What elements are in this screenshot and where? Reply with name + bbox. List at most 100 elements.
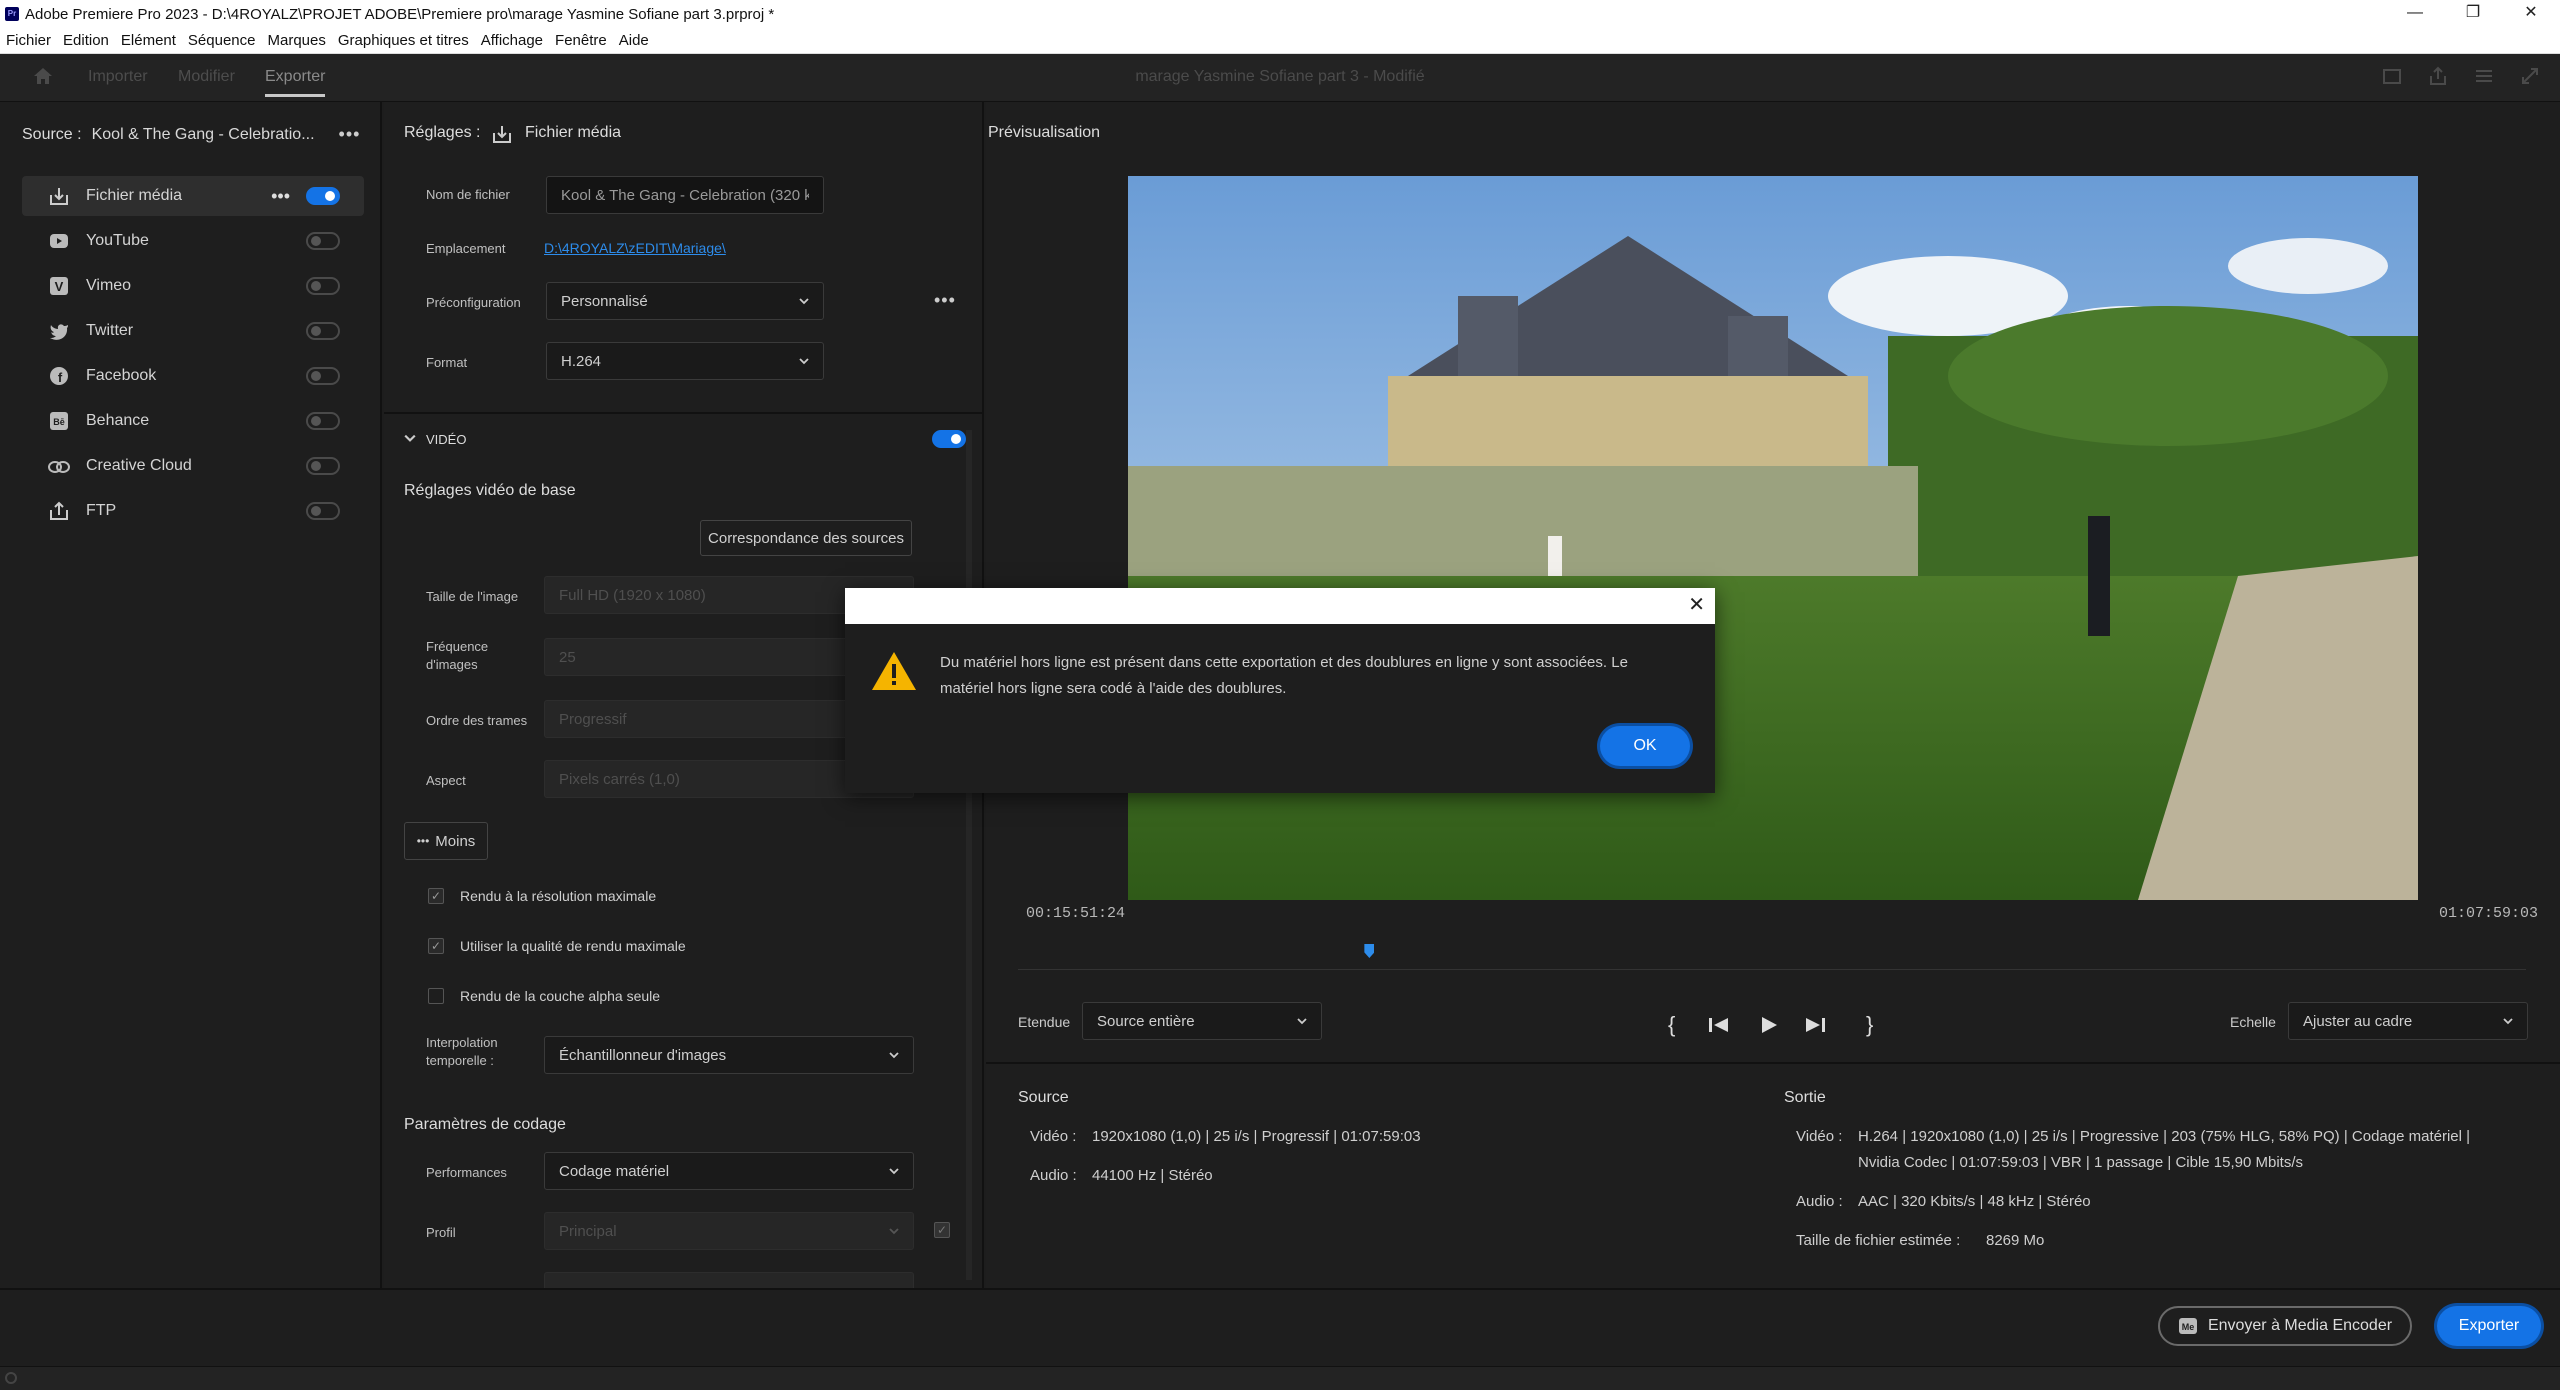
max-render-checkbox[interactable]: ✓ bbox=[428, 888, 444, 904]
destination-label: Creative Cloud bbox=[86, 457, 192, 474]
destination-toggle[interactable] bbox=[306, 502, 340, 520]
window-titlebar: Pr Adobe Premiere Pro 2023 - D:\4ROYALZ\… bbox=[0, 0, 2560, 28]
filename-input[interactable]: Kool & The Gang - Celebration (320 kbps)… bbox=[546, 176, 824, 214]
video-section-header[interactable]: VIDÉO bbox=[426, 432, 466, 447]
destination-toggle[interactable] bbox=[306, 457, 340, 475]
close-icon[interactable]: ✕ bbox=[2502, 0, 2560, 28]
performance-value: Codage matériel bbox=[559, 1162, 670, 1180]
source-audio-label: Audio : bbox=[1030, 1167, 1077, 1184]
menu-affichage[interactable]: Affichage bbox=[481, 32, 543, 49]
range-dropdown[interactable]: Source entière bbox=[1082, 1002, 1322, 1040]
close-icon[interactable]: ✕ bbox=[1688, 593, 1705, 617]
destination-toggle[interactable] bbox=[306, 232, 340, 250]
media-file-icon bbox=[48, 185, 70, 207]
project-title: marage Yasmine Sofiane part 3 - Modifié bbox=[1135, 68, 1425, 85]
source-more-button[interactable]: ••• bbox=[339, 124, 361, 145]
chevron-down-icon[interactable] bbox=[404, 432, 416, 444]
location-link[interactable]: D:\4ROYALZ\zEDIT\Mariage\ bbox=[544, 240, 726, 256]
menu-marques[interactable]: Marques bbox=[267, 32, 325, 49]
play-icon[interactable] bbox=[1760, 1016, 1778, 1034]
preset-more-button[interactable]: ••• bbox=[934, 290, 956, 311]
range-label: Etendue bbox=[1018, 1014, 1071, 1030]
destination-label: Vimeo bbox=[86, 277, 132, 294]
fullscreen-icon[interactable] bbox=[2520, 66, 2540, 86]
menu-aide[interactable]: Aide bbox=[619, 32, 649, 49]
max-quality-label: Utiliser la qualité de rendu maximale bbox=[460, 938, 686, 954]
menu-graphiques[interactable]: Graphiques et titres bbox=[338, 32, 469, 49]
settings-scrollbar[interactable] bbox=[966, 430, 972, 1280]
destination-vimeo[interactable]: V Vimeo bbox=[22, 266, 364, 306]
media-encoder-icon: Me bbox=[2178, 1318, 2197, 1334]
dialog-message: Du matériel hors ligne est présent dans … bbox=[940, 654, 1628, 697]
performance-dropdown[interactable]: Codage matériel bbox=[544, 1152, 914, 1190]
basic-video-heading: Réglages vidéo de base bbox=[404, 482, 576, 499]
scale-label: Echelle bbox=[2230, 1014, 2276, 1030]
scale-dropdown[interactable]: Ajuster au cadre bbox=[2288, 1002, 2528, 1040]
mark-in-icon[interactable]: { bbox=[1668, 1012, 1675, 1038]
destination-label: YouTube bbox=[86, 232, 149, 249]
source-label: Source : bbox=[22, 125, 82, 143]
premiere-logo-icon: Pr bbox=[5, 7, 19, 21]
menu-fichier[interactable]: Fichier bbox=[6, 32, 51, 49]
send-to-media-encoder-button[interactable]: Me Envoyer à Media Encoder bbox=[2158, 1306, 2412, 1346]
destination-twitter[interactable]: Twitter bbox=[22, 311, 364, 351]
step-forward-icon[interactable] bbox=[1804, 1016, 1826, 1034]
destination-fichier-media[interactable]: Fichier média ••• bbox=[22, 176, 364, 216]
workspaces-menu-icon[interactable] bbox=[2474, 66, 2494, 86]
mark-out-icon[interactable]: } bbox=[1866, 1012, 1873, 1038]
profile-checkbox[interactable]: ✓ bbox=[934, 1222, 950, 1238]
match-source-button[interactable]: Correspondance des sources bbox=[700, 520, 912, 556]
video-toggle[interactable] bbox=[932, 430, 966, 448]
more-dots-icon: ••• bbox=[416, 834, 430, 848]
destination-youtube[interactable]: YouTube bbox=[22, 221, 364, 261]
interp-dropdown[interactable]: Échantillonneur d'images bbox=[544, 1036, 914, 1074]
quick-export-icon[interactable] bbox=[2382, 66, 2402, 86]
menu-edition[interactable]: Edition bbox=[63, 32, 109, 49]
restore-icon[interactable]: ❐ bbox=[2444, 0, 2502, 28]
less-button[interactable]: ••• Moins bbox=[404, 822, 488, 860]
preset-dropdown[interactable]: Personnalisé bbox=[546, 282, 824, 320]
chevron-down-icon bbox=[889, 1168, 899, 1175]
source-video-value: 1920x1080 (1,0) | 25 i/s | Progressif | … bbox=[1092, 1128, 1421, 1145]
less-label: Moins bbox=[435, 832, 476, 850]
step-back-icon[interactable] bbox=[1708, 1016, 1730, 1034]
offline-media-dialog: ✕ Du matériel hors ligne est présent dan… bbox=[845, 588, 1715, 793]
share-icon[interactable] bbox=[2428, 66, 2448, 86]
output-info-title: Sortie bbox=[1784, 1089, 1826, 1106]
destination-facebook[interactable]: f Facebook bbox=[22, 356, 364, 396]
max-quality-checkbox[interactable]: ✓ bbox=[428, 938, 444, 954]
alpha-checkbox[interactable] bbox=[428, 988, 444, 1004]
youtube-icon bbox=[48, 230, 70, 252]
file-size-value: 8269 Mo bbox=[1986, 1232, 2045, 1249]
checkmark-icon: ✓ bbox=[430, 889, 442, 903]
export-button[interactable]: Exporter bbox=[2437, 1306, 2541, 1346]
output-audio-value: AAC | 320 Kbits/s | 48 kHz | Stéréo bbox=[1858, 1193, 2091, 1210]
filename-value: Kool & The Gang - Celebration (320 kbps)… bbox=[561, 186, 809, 204]
destination-behance[interactable]: Bē Behance bbox=[22, 401, 364, 441]
destination-toggle[interactable] bbox=[306, 412, 340, 430]
menu-element[interactable]: Elément bbox=[121, 32, 176, 49]
destination-toggle[interactable] bbox=[306, 367, 340, 385]
destination-creative-cloud[interactable]: Creative Cloud bbox=[22, 446, 364, 486]
interp-label-line2: temporelle : bbox=[426, 1053, 494, 1068]
source-info-title: Source bbox=[1018, 1089, 1069, 1106]
interp-label-line1: Interpolation bbox=[426, 1035, 498, 1050]
destination-toggle[interactable] bbox=[306, 187, 340, 205]
minimize-icon[interactable]: — bbox=[2386, 0, 2444, 28]
interp-value: Échantillonneur d'images bbox=[559, 1046, 727, 1064]
frame-rate-label-line1: Fréquence bbox=[426, 639, 489, 654]
destination-toggle[interactable] bbox=[306, 277, 340, 295]
menu-fenetre[interactable]: Fenêtre bbox=[555, 32, 607, 49]
format-dropdown[interactable]: H.264 bbox=[546, 342, 824, 380]
window-controls: — ❐ ✕ bbox=[2386, 0, 2560, 28]
destination-more-button[interactable]: ••• bbox=[271, 186, 290, 207]
timecode-in: 00:15:51:24 bbox=[1026, 905, 1126, 922]
destination-toggle[interactable] bbox=[306, 322, 340, 340]
ok-button[interactable]: OK bbox=[1600, 726, 1690, 766]
workspace-header: Importer Modifier Exporter marage Yasmin… bbox=[0, 54, 2560, 102]
output-video-value-1: H.264 | 1920x1080 (1,0) | 25 i/s | Progr… bbox=[1858, 1128, 2471, 1145]
header-right-icons bbox=[2382, 66, 2540, 86]
preview-timeline[interactable] bbox=[1018, 944, 2526, 970]
menu-sequence[interactable]: Séquence bbox=[188, 32, 256, 49]
destination-ftp[interactable]: FTP bbox=[22, 491, 364, 531]
